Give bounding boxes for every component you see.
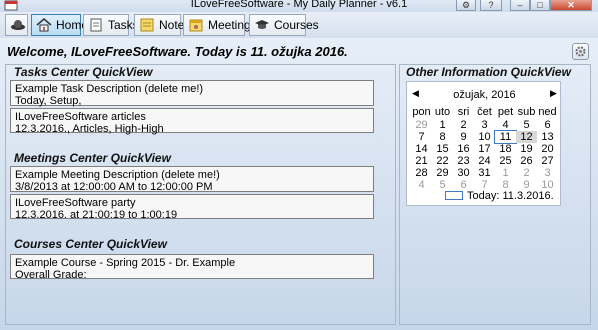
close-button[interactable]: ✕ xyxy=(550,0,592,11)
calendar-day[interactable]: 26 xyxy=(516,155,537,167)
tab-tasks[interactable]: Tasks xyxy=(83,14,139,36)
minimize-button[interactable]: – xyxy=(510,0,530,11)
calendar-day[interactable]: 17 xyxy=(474,143,495,155)
meeting-item-title: Example Meeting Description (delete me!) xyxy=(15,169,220,181)
calendar-day[interactable]: 2 xyxy=(453,119,474,131)
weekday-label: sri xyxy=(457,106,470,118)
meeting-item-details: 3/8/2013 at 12:00:00 AM to 12:00:00 PM xyxy=(15,181,213,193)
tasks-section-title: Tasks Center QuickView xyxy=(14,65,153,79)
calendar-day[interactable]: 29 xyxy=(432,167,453,179)
maximize-button[interactable]: □ xyxy=(530,0,550,11)
task-item[interactable]: ILoveFreeSoftware articles 12.3.2016., A… xyxy=(10,108,374,135)
weekday-header: pon uto sri čet pet sub ned xyxy=(407,106,562,118)
tasks-icon xyxy=(90,18,102,32)
meetings-icon xyxy=(189,19,203,32)
calendar-month-label: ožujak, 2016 xyxy=(453,89,516,101)
title-bar: ILoveFreeSoftware - My Daily Planner - v… xyxy=(0,0,598,12)
calendar-day[interactable]: 12 xyxy=(516,131,537,143)
calendar-week-row: 21 22 23 24 25 26 27 xyxy=(407,155,562,167)
calendar-day[interactable]: 14 xyxy=(411,143,432,155)
home-icon xyxy=(36,18,52,32)
weekday-label: uto xyxy=(434,106,451,118)
calendar-day[interactable]: 24 xyxy=(474,155,495,167)
calendar-day[interactable]: 19 xyxy=(516,143,537,155)
calendar-day[interactable]: 18 xyxy=(495,143,516,155)
settings-button[interactable] xyxy=(572,43,589,60)
calendar-day[interactable]: 28 xyxy=(411,167,432,179)
calendar-day[interactable]: 3 xyxy=(537,167,558,179)
calendar-day[interactable]: 23 xyxy=(453,155,474,167)
calendar-day[interactable]: 5 xyxy=(516,119,537,131)
hat-icon xyxy=(11,20,25,30)
task-item-title: Example Task Description (delete me!) xyxy=(15,83,204,95)
weekday-label: pet xyxy=(497,106,514,118)
weekday-label: ned xyxy=(538,106,557,118)
help-button[interactable]: ? xyxy=(480,0,502,11)
calendar-day[interactable]: 11 xyxy=(494,130,517,144)
calendar-day[interactable]: 13 xyxy=(537,131,558,143)
calendar-day[interactable]: 27 xyxy=(537,155,558,167)
calendar-week-row: 28 29 30 31 1 2 3 xyxy=(407,167,562,179)
today-link[interactable]: Today: 11.3.2016. xyxy=(467,190,554,202)
pin-button[interactable]: ⚙ xyxy=(456,0,476,11)
calendar-day[interactable]: 8 xyxy=(432,131,453,143)
calendar-day[interactable]: 10 xyxy=(474,131,495,143)
next-month-arrow[interactable]: ▶ xyxy=(550,88,557,99)
tab-meetings[interactable]: Meetings xyxy=(183,14,257,36)
tab-home[interactable]: Home xyxy=(31,14,88,36)
calendar-week-row: 7 8 9 10 11 12 13 xyxy=(407,130,562,144)
calendar-day[interactable]: 4 xyxy=(495,119,516,131)
calendar-day[interactable]: 31 xyxy=(474,167,495,179)
window-title: ILoveFreeSoftware - My Daily Planner - v… xyxy=(190,0,408,10)
meeting-item[interactable]: Example Meeting Description (delete me!)… xyxy=(10,166,374,193)
task-item-details: 12.3.2016., Articles, High-High xyxy=(15,123,164,135)
courses-section-title: Courses Center QuickView xyxy=(14,237,167,251)
calendar-day[interactable]: 1 xyxy=(495,167,516,179)
other-section-title: Other Information QuickView xyxy=(406,65,571,79)
calendar-day[interactable]: 20 xyxy=(537,143,558,155)
toggle-button[interactable] xyxy=(5,14,28,36)
tab-courses[interactable]: Courses xyxy=(249,14,319,36)
task-item-details: Today, Setup, xyxy=(15,95,82,107)
welcome-message: Welcome, ILoveFreeSoftware. Today is 11.… xyxy=(7,44,348,59)
calendar-day[interactable]: 30 xyxy=(453,167,474,179)
calendar-day[interactable]: 3 xyxy=(474,119,495,131)
courses-icon xyxy=(255,20,269,29)
calendar-day[interactable]: 16 xyxy=(453,143,474,155)
calendar-day[interactable]: 22 xyxy=(432,155,453,167)
today-indicator-box xyxy=(445,191,463,200)
calendar-day[interactable]: 21 xyxy=(411,155,432,167)
calendar-day[interactable]: 25 xyxy=(495,155,516,167)
meeting-item-details: 12.3.2016. at 21:00:19 to 1:00:19 xyxy=(15,209,178,221)
calendar-day[interactable]: 7 xyxy=(411,131,432,143)
task-item-title: ILoveFreeSoftware articles xyxy=(15,111,146,123)
course-item-details: Overall Grade: xyxy=(15,269,87,281)
calendar-day[interactable]: 29 xyxy=(411,119,432,131)
calendar-day[interactable]: 15 xyxy=(432,143,453,155)
calendar-week-row: 14 15 16 17 18 19 20 xyxy=(407,143,562,155)
weekday-label: sub xyxy=(517,106,536,118)
tab-notes[interactable]: Notes xyxy=(134,14,190,36)
month-calendar[interactable]: ◀ ožujak, 2016 ▶ pon uto sri čet pet sub… xyxy=(406,81,561,206)
calendar-day[interactable]: 5 xyxy=(432,179,453,191)
calendar-day[interactable]: 4 xyxy=(411,179,432,191)
tab-courses-label: Courses xyxy=(274,18,319,32)
meeting-item[interactable]: ILoveFreeSoftware party 12.3.2016. at 21… xyxy=(10,194,374,221)
meetings-section-title: Meetings Center QuickView xyxy=(14,151,171,165)
notes-icon xyxy=(140,18,154,32)
course-item-title: Example Course - Spring 2015 - Dr. Examp… xyxy=(15,257,236,269)
gear-icon xyxy=(575,46,586,57)
calendar-week-row: 29 1 2 3 4 5 6 xyxy=(407,119,562,131)
calendar-day[interactable]: 1 xyxy=(432,119,453,131)
meeting-item-title: ILoveFreeSoftware party xyxy=(15,197,136,209)
course-item[interactable]: Example Course - Spring 2015 - Dr. Examp… xyxy=(10,254,374,281)
calendar-day[interactable]: 6 xyxy=(537,119,558,131)
weekday-label: čet xyxy=(477,106,492,118)
weekday-label: pon xyxy=(412,106,431,118)
task-item[interactable]: Example Task Description (delete me!) To… xyxy=(10,80,374,107)
calendar-day[interactable]: 9 xyxy=(453,131,474,143)
calendar-day[interactable]: 2 xyxy=(516,167,537,179)
